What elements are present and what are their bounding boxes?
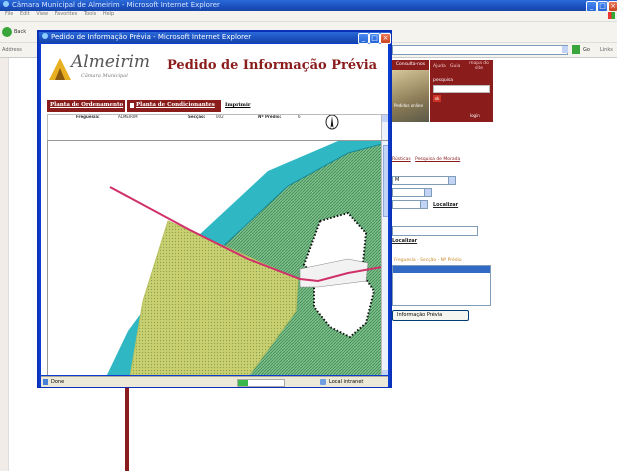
- go-icon[interactable]: [572, 45, 580, 54]
- scroll-thumb[interactable]: [383, 145, 388, 217]
- informacao-previa-button[interactable]: Informação Prévia: [392, 310, 469, 321]
- tab-imprimir[interactable]: Imprimir: [225, 102, 250, 108]
- map-scrollbar[interactable]: [381, 141, 388, 375]
- right-header: Consulta-nos Ajuda Guia mapa do site pes…: [392, 60, 493, 122]
- address-input[interactable]: [392, 45, 568, 55]
- tab-planta-condicionantes[interactable]: Planta de Condicionantes: [127, 100, 221, 112]
- ie-icon: [42, 33, 48, 39]
- nav-guia[interactable]: Guia: [450, 64, 460, 69]
- chevron-down-icon[interactable]: [448, 177, 455, 184]
- ie-icon: [3, 1, 9, 7]
- search-ok-button[interactable]: ok: [433, 95, 441, 102]
- popup-tabs: Planta de Ordenamento Planta de Condicio…: [41, 94, 388, 112]
- go-label[interactable]: Go: [583, 47, 590, 53]
- status-page-icon: [43, 379, 48, 385]
- popup-content: Almeirim Câmara Municipal Pedido de Info…: [41, 44, 388, 375]
- menu-favorites[interactable]: Favorites: [55, 11, 78, 17]
- search-label: pesquisa: [433, 78, 454, 83]
- popup-minimize-button[interactable]: _: [358, 33, 369, 44]
- chevron-down-icon[interactable]: [420, 201, 427, 208]
- login-link[interactable]: login: [470, 113, 480, 118]
- links-label[interactable]: Links: [600, 47, 613, 53]
- maroon-left-strip: [0, 58, 9, 471]
- seccao-value: 002: [216, 115, 224, 119]
- status-progress-fill: [238, 380, 248, 386]
- menu-file[interactable]: File: [5, 11, 13, 17]
- scroll-down-icon[interactable]: [382, 370, 388, 375]
- popup-window: Pedido de Informação Prévia - Microsoft …: [37, 30, 392, 388]
- popup-maximize-button[interactable]: □: [369, 33, 380, 44]
- result-list-selected-row[interactable]: [393, 266, 490, 273]
- predio-input[interactable]: [392, 226, 478, 236]
- menu-view[interactable]: View: [36, 11, 48, 17]
- main-window-title: Câmara Municipal de Almeirim - Microsoft…: [12, 1, 220, 9]
- windows-flag-icon: [608, 12, 615, 19]
- link-rusticas[interactable]: Rústicas: [392, 157, 411, 162]
- menu-edit[interactable]: Edit: [20, 11, 30, 17]
- informacao-previa-label: Informação Prévia: [397, 312, 443, 318]
- address-label: Address: [2, 47, 22, 53]
- predio-value: 6: [298, 115, 301, 119]
- back-icon[interactable]: [2, 27, 12, 37]
- info-strip: Freguesia: ALMEIRIM Secção: 002 Nº Prédi…: [47, 114, 388, 141]
- header-nav: Ajuda Guia mapa do site pesquisa ok logi…: [430, 60, 493, 122]
- main-menubar: File Edit View Favorites Tools Help: [0, 11, 617, 22]
- logo-text: Almeirim: [71, 52, 151, 72]
- localizar-link-2[interactable]: Localizar: [392, 238, 417, 244]
- seccao-label: Secção:: [188, 115, 206, 119]
- nav-ajuda[interactable]: Ajuda: [433, 64, 446, 69]
- tab-planta-ordenamento[interactable]: Planta de Ordenamento: [47, 100, 125, 112]
- popup-title: Pedido de Informação Prévia - Microsoft …: [51, 33, 252, 41]
- popup-statusbar: Done Local intranet: [41, 376, 388, 387]
- tab-icon: [130, 103, 134, 108]
- almeirim-logo-mark: [49, 58, 71, 80]
- result-list[interactable]: [392, 265, 491, 306]
- main-titlebar[interactable]: Câmara Municipal de Almeirim - Microsoft…: [0, 0, 617, 12]
- map-canvas[interactable]: [48, 141, 383, 375]
- search-input[interactable]: [433, 85, 490, 93]
- link-pesquisa-morada[interactable]: Pesquisa de Morada: [415, 157, 460, 162]
- concelho-select[interactable]: M: [392, 176, 456, 185]
- freguesia-label: Freguesia:: [76, 115, 100, 119]
- nav-mapa[interactable]: mapa do site: [467, 61, 491, 71]
- map-view[interactable]: [47, 140, 388, 375]
- menu-tools[interactable]: Tools: [84, 11, 96, 17]
- status-done: Done: [51, 379, 65, 385]
- seccao-select[interactable]: [392, 200, 428, 209]
- north-arrow-icon: [325, 115, 339, 130]
- address-dropdown-icon[interactable]: [562, 46, 568, 53]
- intranet-icon: [320, 379, 326, 385]
- chevron-down-icon[interactable]: [424, 189, 431, 196]
- popup-titlebar[interactable]: Pedido de Informação Prévia - Microsoft …: [39, 32, 391, 44]
- predio-label: Nº Prédio:: [258, 115, 282, 119]
- scroll-up-icon[interactable]: [382, 115, 388, 122]
- page-title: Pedido de Informação Prévia: [167, 58, 378, 73]
- freguesia-value: ALMEIRIM: [118, 115, 138, 119]
- popup-close-button[interactable]: ×: [380, 33, 391, 44]
- almeirim-logo: Almeirim Câmara Municipal: [47, 52, 167, 84]
- back-label[interactable]: Back: [14, 29, 26, 35]
- photo-caption: Pedidos online: [394, 103, 423, 108]
- logo-subtitle: Câmara Municipal: [81, 73, 128, 79]
- menu-help[interactable]: Help: [103, 11, 114, 17]
- status-zone: Local intranet: [329, 379, 364, 385]
- right-links: Rústicas Pesquisa de Morada: [392, 157, 493, 165]
- status-progress: [237, 379, 285, 387]
- localizar-link[interactable]: Localizar: [433, 202, 458, 208]
- result-list-header: Freguesia - Secção - Nº Prédio: [394, 258, 462, 263]
- info-scrollbar[interactable]: [381, 115, 388, 140]
- concelho-value: M: [395, 177, 400, 183]
- header-photo: Pedidos online: [392, 70, 429, 122]
- freguesia-select[interactable]: [392, 188, 432, 197]
- header-tab-consulta[interactable]: Consulta-nos: [392, 60, 429, 70]
- popup-header: Almeirim Câmara Municipal Pedido de Info…: [41, 44, 388, 94]
- maroon-divider: [125, 388, 129, 471]
